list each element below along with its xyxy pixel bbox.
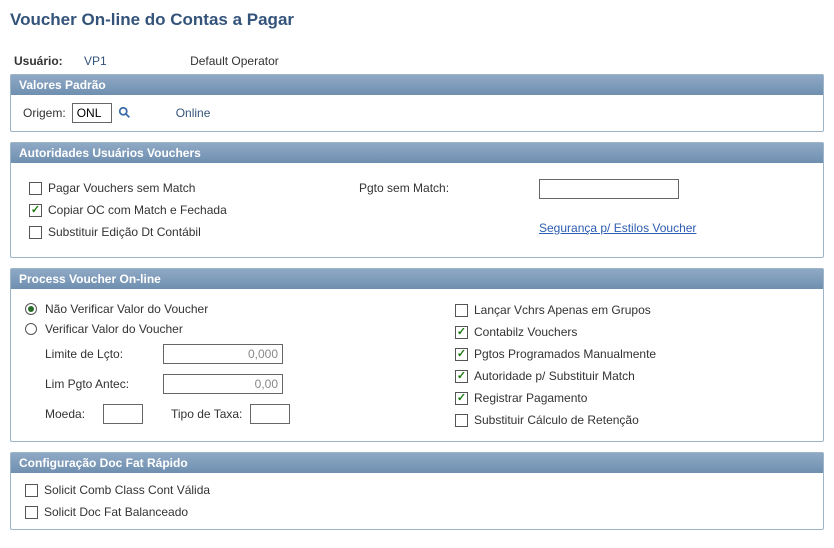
section-header: Configuração Doc Fat Rápido (11, 453, 823, 473)
checkbox-solicit-comb[interactable] (25, 484, 38, 497)
user-info: Usuário: VP1 Default Operator (10, 54, 824, 68)
pgto-sem-match-input[interactable] (539, 179, 679, 199)
checkbox-label: Substituir Edição Dt Contábil (48, 225, 201, 239)
lim-pgto-antec-label: Lim Pgto Antec: (45, 377, 155, 391)
checkbox-label: Solicit Doc Fat Balanceado (44, 505, 188, 519)
checkbox-pgtos-prog[interactable] (455, 348, 468, 361)
section-process-voucher: Process Voucher On-line Não Verificar Va… (10, 268, 824, 442)
section-autoridades: Autoridades Usuários Vouchers Pagar Vouc… (10, 142, 824, 258)
limite-lcto-label: Limite de Lçto: (45, 347, 155, 361)
section-header: Autoridades Usuários Vouchers (11, 143, 823, 163)
origin-description: Online (176, 106, 211, 120)
checkbox-label: Solicit Comb Class Cont Válida (44, 483, 210, 497)
checkbox-sub-calc-ret[interactable] (455, 414, 468, 427)
checkbox-label: Substituir Cálculo de Retenção (474, 413, 639, 427)
user-operator: Default Operator (190, 54, 279, 68)
checkbox-label: Lançar Vchrs Apenas em Grupos (474, 303, 651, 317)
radio-label: Verificar Valor do Voucher (45, 322, 183, 336)
lim-pgto-antec-input[interactable] (163, 374, 283, 394)
checkbox-label: Autoridade p/ Substituir Match (474, 369, 635, 383)
section-config-doc: Configuração Doc Fat Rápido Solicit Comb… (10, 452, 824, 530)
checkbox-contabilz[interactable] (455, 326, 468, 339)
section-header: Valores Padrão (11, 75, 823, 95)
section-header: Process Voucher On-line (11, 269, 823, 289)
moeda-input[interactable] (103, 404, 143, 424)
checkbox-copiar-oc[interactable] (29, 204, 42, 217)
checkbox-label: Registrar Pagamento (474, 391, 587, 405)
lookup-icon[interactable] (118, 106, 132, 120)
user-label: Usuário: (14, 54, 63, 68)
checkbox-sub-edicao[interactable] (29, 226, 42, 239)
checkbox-label: Pagar Vouchers sem Match (48, 181, 195, 195)
checkbox-registrar-pag[interactable] (455, 392, 468, 405)
origin-label: Origem: (23, 106, 66, 120)
pgto-sem-match-label: Pgto sem Match: (359, 181, 449, 195)
checkbox-autoridade-sub[interactable] (455, 370, 468, 383)
page-title: Voucher On-line do Contas a Pagar (10, 10, 824, 30)
user-id: VP1 (84, 54, 107, 68)
tipo-taxa-input[interactable] (250, 404, 290, 424)
checkbox-pagar-sem-match[interactable] (29, 182, 42, 195)
checkbox-solicit-doc[interactable] (25, 506, 38, 519)
radio-verificar[interactable] (25, 323, 37, 335)
checkbox-label: Pgtos Programados Manualmente (474, 347, 656, 361)
origin-input[interactable] (72, 103, 112, 123)
radio-nao-verificar[interactable] (25, 303, 37, 315)
limite-lcto-input[interactable] (163, 344, 283, 364)
section-valores-padrao: Valores Padrão Origem: Online (10, 74, 824, 132)
tipo-taxa-label: Tipo de Taxa: (171, 407, 242, 421)
moeda-label: Moeda: (45, 407, 95, 421)
checkbox-lancar-grupos[interactable] (455, 304, 468, 317)
seguranca-link[interactable]: Segurança p/ Estilos Voucher (539, 221, 696, 235)
checkbox-label: Contabilz Vouchers (474, 325, 577, 339)
checkbox-label: Copiar OC com Match e Fechada (48, 203, 227, 217)
radio-label: Não Verificar Valor do Voucher (45, 302, 208, 316)
